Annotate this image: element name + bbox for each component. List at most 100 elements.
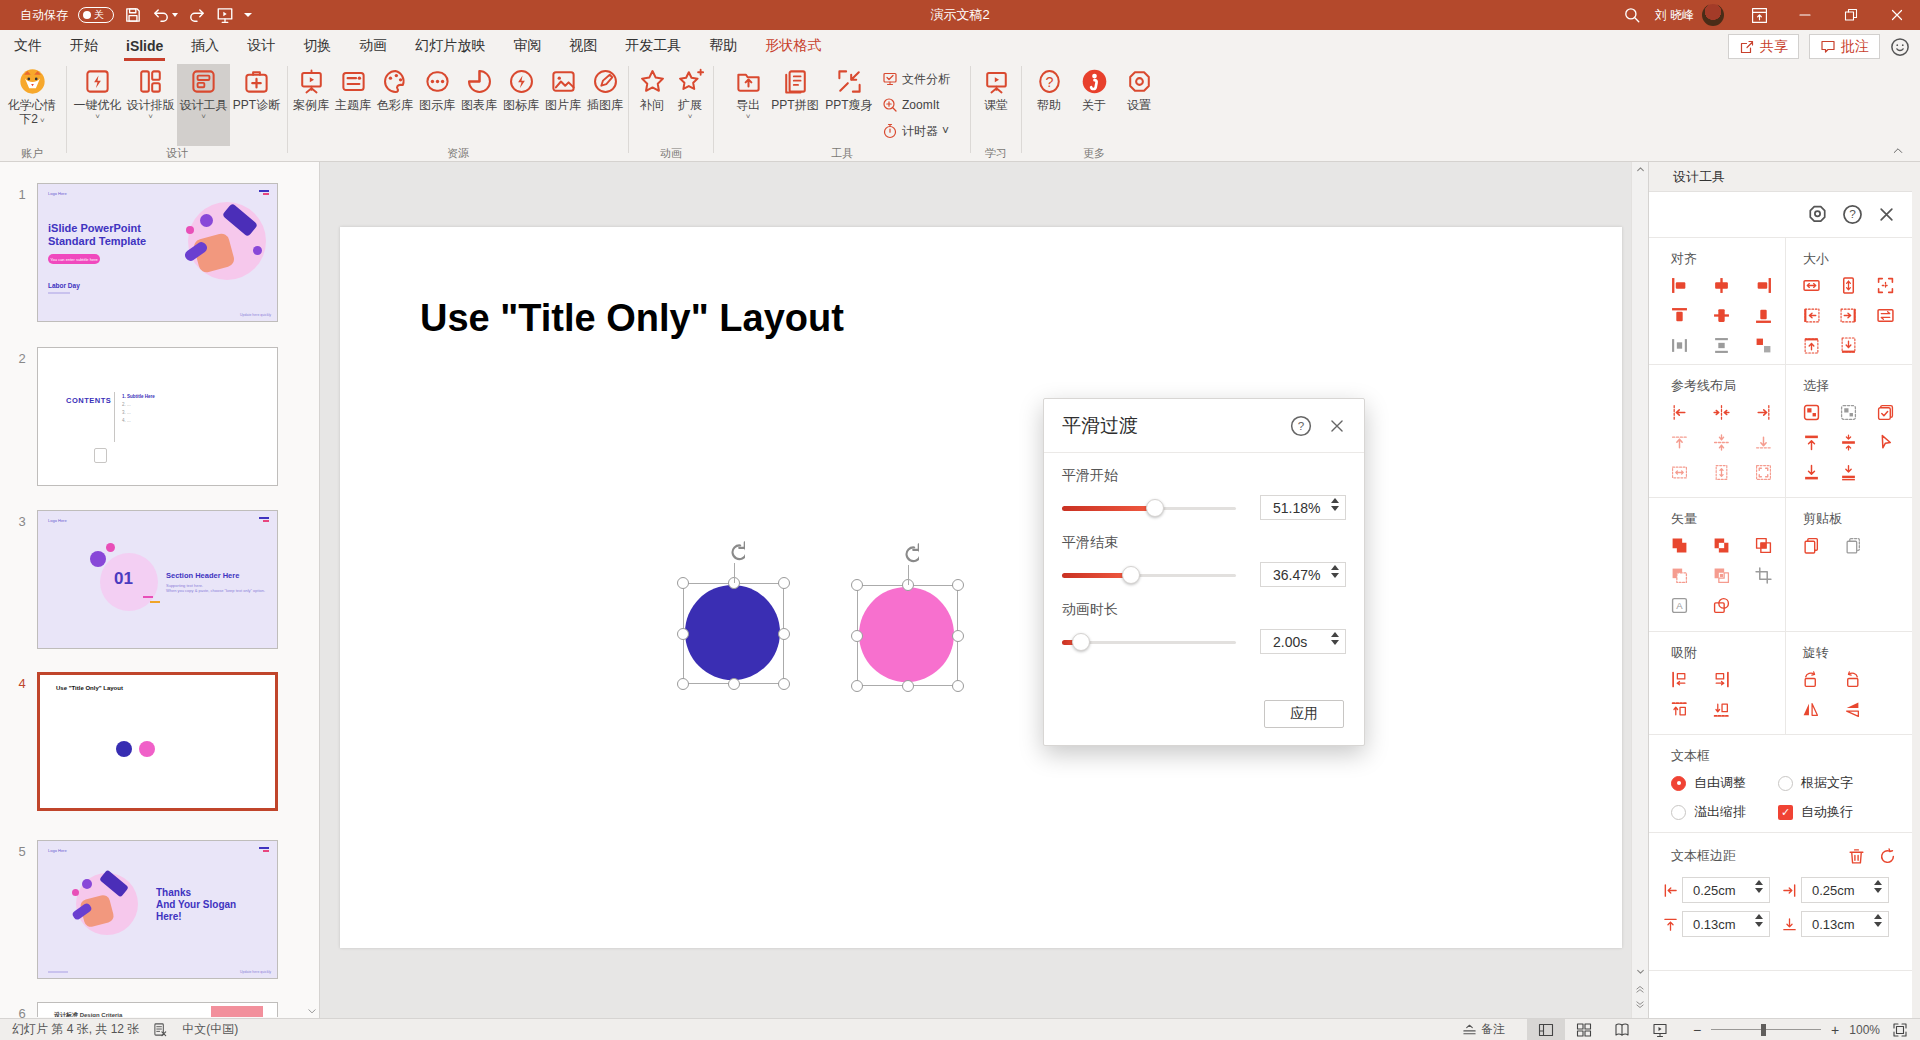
previous-slide-button[interactable]: [1635, 978, 1645, 996]
snapR-icon[interactable]: [1713, 671, 1730, 688]
resize-handle[interactable]: [728, 678, 740, 690]
margin-top-input[interactable]: 0.13cm: [1682, 911, 1770, 937]
slider-thumb[interactable]: [1122, 566, 1140, 584]
next-slide-button[interactable]: [1635, 996, 1645, 1018]
ribbon-button-色彩库[interactable]: 色彩库: [374, 64, 416, 146]
ribbon-button-PPT瘦身[interactable]: PPT瘦身: [822, 64, 876, 146]
rotate-handle[interactable]: [897, 543, 919, 565]
ribbon-button-文件分析[interactable]: 文件分析: [876, 66, 956, 92]
slide-thumbnail-4[interactable]: Use "Title Only" Layout: [37, 672, 278, 811]
panel-close-icon[interactable]: [1877, 205, 1896, 224]
zoom-level[interactable]: 100%: [1849, 1023, 1880, 1037]
apply-button[interactable]: 应用: [1264, 700, 1344, 728]
layerBars-icon[interactable]: [1840, 464, 1857, 481]
resize-handle[interactable]: [677, 628, 689, 640]
selSim-icon[interactable]: [1840, 404, 1857, 421]
alignL-icon[interactable]: [1671, 277, 1688, 294]
tab-形状格式[interactable]: 形状格式: [751, 30, 835, 62]
cursor-icon[interactable]: [1877, 434, 1894, 451]
comments-button[interactable]: 批注: [1809, 34, 1880, 59]
tab-文件[interactable]: 文件: [0, 30, 56, 62]
pink-circle-selection[interactable]: [857, 585, 958, 686]
snapT-icon[interactable]: [1671, 701, 1688, 718]
ribbon-button-帮助[interactable]: ?帮助: [1027, 64, 1072, 146]
gC-icon[interactable]: [1713, 404, 1730, 421]
boolUnion-icon[interactable]: [1671, 537, 1688, 554]
radio-自由调整[interactable]: [1671, 776, 1686, 791]
rotR-icon[interactable]: [1844, 671, 1861, 688]
cropIc-icon[interactable]: [1755, 567, 1772, 584]
margin-bottom-input[interactable]: 0.13cm: [1801, 911, 1889, 937]
slide-canvas[interactable]: Use "Title Only" Layout: [340, 227, 1622, 948]
alignR-icon[interactable]: [1755, 277, 1772, 294]
spinner[interactable]: [1874, 914, 1882, 927]
view-reading-button[interactable]: [1603, 1019, 1641, 1040]
gB-icon[interactable]: [1755, 434, 1772, 451]
resize-handle[interactable]: [851, 579, 863, 591]
swapH-icon[interactable]: [1877, 307, 1894, 324]
radio-溢出缩排[interactable]: [1671, 805, 1686, 820]
restore-button[interactable]: [1828, 0, 1874, 30]
distH-icon[interactable]: [1671, 337, 1688, 354]
view-sorter-button[interactable]: [1565, 1019, 1603, 1040]
autosave-toggle[interactable]: 关: [78, 7, 114, 23]
spinner[interactable]: [1874, 880, 1882, 893]
flipH-icon[interactable]: [1802, 701, 1819, 718]
boxArrowH-icon[interactable]: [1803, 277, 1820, 294]
alignCV-icon[interactable]: [1713, 307, 1730, 324]
thumbnail-scroll-down-icon[interactable]: [307, 1006, 317, 1016]
ribbon-button-主题库[interactable]: 主题库: [332, 64, 374, 146]
ribbon-button-图标库[interactable]: 图标库: [500, 64, 542, 146]
selAll-icon[interactable]: [1803, 404, 1820, 421]
boolSubtract-icon[interactable]: [1671, 567, 1688, 584]
notes-toggle[interactable]: 备注: [1462, 1021, 1505, 1038]
zoom-in-button[interactable]: +: [1831, 1022, 1839, 1038]
view-normal-button[interactable]: [1527, 1019, 1565, 1040]
spinner[interactable]: [1331, 632, 1339, 645]
ribbon-button-扩展[interactable]: 扩展˅: [671, 64, 709, 146]
tab-动画[interactable]: 动画: [345, 30, 401, 62]
spinner[interactable]: [1331, 498, 1339, 511]
language-indicator[interactable]: 中文(中国): [182, 1021, 238, 1038]
boolCombine-icon[interactable]: [1713, 537, 1730, 554]
tab-开始[interactable]: 开始: [56, 30, 112, 62]
resize-handle[interactable]: [677, 678, 689, 690]
tab-帮助[interactable]: 帮助: [695, 30, 751, 62]
tab-切换[interactable]: 切换: [289, 30, 345, 62]
tab-审阅[interactable]: 审阅: [499, 30, 555, 62]
ribbon-button-ZoomIt[interactable]: ZoomIt: [876, 92, 956, 118]
ribbon-button-设计排版[interactable]: 设计排版˅: [124, 64, 177, 146]
layerTop-icon[interactable]: [1803, 434, 1820, 451]
panel-help-icon[interactable]: ?: [1842, 204, 1863, 225]
slide-thumbnail-6[interactable]: 设计标准 Design Criteria: [37, 1002, 278, 1017]
panel-settings-icon[interactable]: [1807, 204, 1828, 225]
slider-thumb[interactable]: [1146, 499, 1164, 517]
dialog-help-icon[interactable]: ?: [1290, 415, 1312, 437]
dotR-icon[interactable]: [1840, 307, 1857, 324]
rotate-handle[interactable]: [723, 541, 745, 563]
layerBot-icon[interactable]: [1803, 464, 1820, 481]
resize-handle[interactable]: [851, 680, 863, 692]
resize-handle[interactable]: [778, 577, 790, 589]
slide-thumbnail-2[interactable]: CONTENTS 1. Subtitle Here2. ...3. ...4. …: [37, 347, 278, 486]
tab-插入[interactable]: 插入: [177, 30, 233, 62]
spinner[interactable]: [1755, 880, 1763, 893]
blue-circle-selection[interactable]: [683, 583, 784, 684]
alignT-icon[interactable]: [1671, 307, 1688, 324]
ribbon-button-插图库[interactable]: 插图库: [584, 64, 626, 146]
spinner[interactable]: [1755, 914, 1763, 927]
scroll-down-icon[interactable]: [1636, 964, 1645, 978]
ribbon-button-图示库[interactable]: 图示库: [416, 64, 458, 146]
distV-icon[interactable]: [1713, 337, 1730, 354]
value-input-平滑开始[interactable]: 51.18%: [1260, 495, 1346, 520]
tab-设计[interactable]: 设计: [233, 30, 289, 62]
spinner[interactable]: [1331, 565, 1339, 578]
start-slideshow-icon[interactable]: [216, 6, 234, 24]
ribbon-button-课堂[interactable]: 课堂: [974, 64, 1018, 146]
redo-icon[interactable]: [188, 6, 206, 24]
ribbon-button-设置[interactable]: 设置: [1117, 64, 1162, 146]
dialog-close-icon[interactable]: [1328, 417, 1346, 435]
dotL-icon[interactable]: [1803, 307, 1820, 324]
ribbon-display-icon[interactable]: [1736, 0, 1782, 30]
zoom-out-button[interactable]: −: [1693, 1022, 1701, 1038]
